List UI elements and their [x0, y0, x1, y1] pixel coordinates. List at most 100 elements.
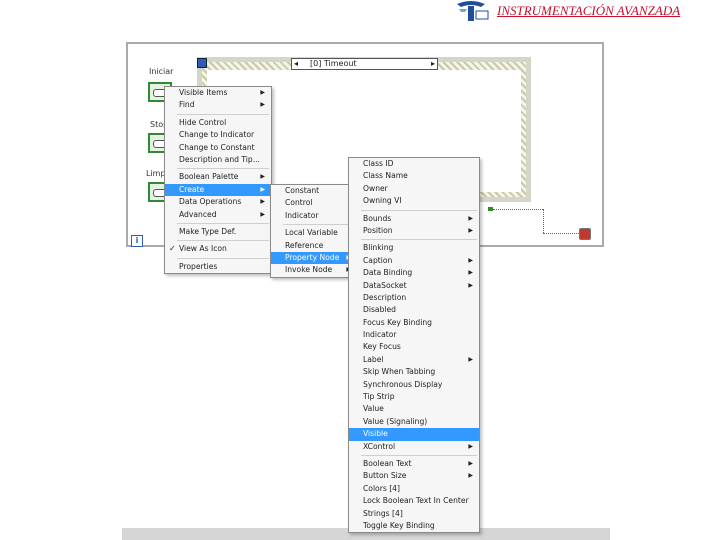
menu-item-label: Lock Boolean Text In Center [363, 496, 469, 506]
menu-item-label: Change to Constant [179, 142, 255, 152]
control-label-limp: Limp [146, 169, 166, 178]
menu-item-change-to-indicator[interactable]: Change to Indicator [165, 129, 271, 141]
menu-item-position[interactable]: Position ▶ [349, 225, 479, 237]
menu-item-caption[interactable]: Caption ▶ [349, 255, 479, 267]
submenu-arrow-icon: ▶ [260, 89, 265, 96]
menu-item-indicator[interactable]: Indicator [271, 210, 357, 222]
menu-item-blinking[interactable]: Blinking [349, 242, 479, 254]
menu-item-change-to-constant[interactable]: Change to Constant [165, 142, 271, 154]
menu-item-label: Key Focus [363, 342, 401, 352]
menu-item-value[interactable]: Value [349, 403, 479, 415]
menu-item-disabled[interactable]: Disabled [349, 304, 479, 316]
control-label-iniciar: Iniciar [149, 67, 174, 76]
submenu-arrow-icon: ▶ [468, 214, 473, 222]
menu-item-value-signaling[interactable]: Value (Signaling) [349, 416, 479, 428]
menu-item-data-operations[interactable]: Data Operations ▶ [165, 196, 271, 208]
menu-item-description-and-tip[interactable]: Description and Tip... [165, 154, 271, 166]
submenu-arrow-icon: ▶ [260, 101, 265, 109]
event-case-selector[interactable]: ◂ [0] Timeout ▸ [291, 58, 438, 70]
property-node-submenu[interactable]: Class ID Class Name Owner Owning VI Bounds ▶ P… [348, 157, 480, 534]
menu-item-label[interactable]: Label ▶ [349, 354, 479, 366]
menu-item-invoke-node[interactable]: Invoke Node▶ [271, 264, 357, 276]
menu-item-label: Constant [285, 186, 320, 195]
menu-item-key-focus[interactable]: Key Focus [349, 341, 479, 353]
menu-item-view-as-icon[interactable]: ✓ View As Icon [165, 243, 271, 255]
menu-item-visible-items[interactable]: Visible Items ▶ [165, 87, 271, 99]
menu-separator [177, 113, 269, 115]
menu-item-label: Make Type Def. [179, 226, 237, 236]
prev-case-icon[interactable]: ◂ [294, 59, 298, 69]
menu-item-boolean-palette[interactable]: Boolean Palette ▶ [165, 171, 271, 183]
menu-item-label: Caption [363, 255, 393, 265]
menu-item-boolean-text[interactable]: Boolean Text ▶ [349, 458, 479, 470]
create-submenu[interactable]: Constant Control Indicator Local Variable Re… [270, 184, 358, 278]
menu-item-label: Position [363, 225, 393, 235]
menu-item-toggle-key-binding[interactable]: Toggle Key Binding [349, 520, 479, 532]
menu-item-owning-vi[interactable]: Owning VI [349, 195, 479, 207]
menu-item-properties[interactable]: Properties [165, 261, 271, 273]
next-case-icon[interactable]: ▸ [431, 59, 435, 69]
submenu-arrow-icon: ▶ [468, 472, 473, 480]
iteration-terminal-icon[interactable] [197, 58, 207, 68]
menu-item-visible[interactable]: Visible [349, 428, 479, 441]
menu-item-label: Boolean Palette [179, 172, 239, 182]
context-menu[interactable]: Visible Items ▶ Find ▶ Hide Control Change to… [164, 86, 272, 275]
menu-item-label: Visible Items [179, 88, 228, 97]
menu-item-tip-strip[interactable]: Tip Strip [349, 391, 479, 403]
menu-item-class-name[interactable]: Class Name [349, 170, 479, 182]
menu-item-make-type-def[interactable]: Make Type Def. [165, 226, 271, 238]
menu-item-label: DataSocket [363, 280, 407, 290]
menu-item-button-size[interactable]: Button Size ▶ [349, 470, 479, 482]
menu-item-bounds[interactable]: Bounds ▶ [349, 213, 479, 225]
menu-item-hide-control[interactable]: Hide Control [165, 117, 271, 129]
page-title: INSTRUMENTACIÓN AVANZADA [497, 3, 681, 18]
menu-item-data-binding[interactable]: Data Binding ▶ [349, 267, 479, 279]
menu-item-description[interactable]: Description [349, 292, 479, 304]
menu-item-label: Description [363, 292, 407, 302]
menu-item-local-variable[interactable]: Local Variable [271, 227, 357, 239]
menu-item-label: Properties [179, 261, 218, 271]
menu-item-property-node[interactable]: Property Node▶ [271, 251, 357, 265]
menu-item-lock-boolean-text-in-center[interactable]: Lock Boolean Text In Center [349, 495, 479, 507]
menu-item-label: Disabled [363, 305, 396, 315]
submenu-arrow-icon: ▶ [468, 355, 473, 363]
menu-item-control[interactable]: Control [271, 197, 357, 209]
menu-item-label: Button Size [363, 471, 407, 481]
menu-separator [177, 168, 269, 170]
menu-item-datasocket[interactable]: DataSocket ▶ [349, 280, 479, 292]
menu-item-reference[interactable]: Reference [271, 240, 357, 252]
submenu-arrow-icon: ▶ [468, 281, 473, 289]
menu-item-indicator[interactable]: Indicator [349, 329, 479, 341]
info-icon[interactable]: i [131, 235, 143, 247]
menu-item-label: Change to Indicator [179, 130, 255, 140]
menu-item-focus-key-binding[interactable]: Focus Key Binding [349, 317, 479, 329]
menu-item-label: Find [179, 100, 195, 110]
menu-item-class-id[interactable]: Class ID [349, 158, 479, 170]
menu-item-label: Control [285, 198, 313, 208]
menu-separator [361, 239, 477, 241]
submenu-arrow-icon: ▶ [468, 256, 473, 264]
menu-item-find[interactable]: Find ▶ [165, 99, 271, 111]
menu-item-advanced[interactable]: Advanced ▶ [165, 209, 271, 221]
menu-item-skip-when-tabbing[interactable]: Skip When Tabbing [349, 366, 479, 378]
menu-item-label: Local Variable [285, 228, 338, 238]
menu-item-synchronous-display[interactable]: Synchronous Display [349, 379, 479, 391]
menu-item-colors-4[interactable]: Colors [4] [349, 483, 479, 495]
submenu-arrow-icon: ▶ [260, 185, 265, 193]
submenu-arrow-icon: ▶ [468, 269, 473, 277]
wire [543, 233, 579, 234]
menu-item-label: Reference [285, 240, 324, 250]
menu-item-constant[interactable]: Constant [271, 185, 357, 197]
menu-item-label: Indicator [285, 210, 319, 220]
menu-item-create[interactable]: Create ▶ [165, 183, 271, 197]
menu-item-label: Invoke Node [285, 265, 333, 275]
menu-item-xcontrol[interactable]: XControl ▶ [349, 441, 479, 453]
menu-item-strings-4[interactable]: Strings [4] [349, 508, 479, 520]
wire [543, 209, 545, 233]
menu-separator [361, 209, 477, 211]
wire [493, 209, 543, 210]
menu-item-owner[interactable]: Owner [349, 183, 479, 195]
loop-stop-icon[interactable] [579, 228, 591, 240]
submenu-arrow-icon: ▶ [468, 442, 473, 450]
menu-item-label: Focus Key Binding [363, 317, 432, 327]
